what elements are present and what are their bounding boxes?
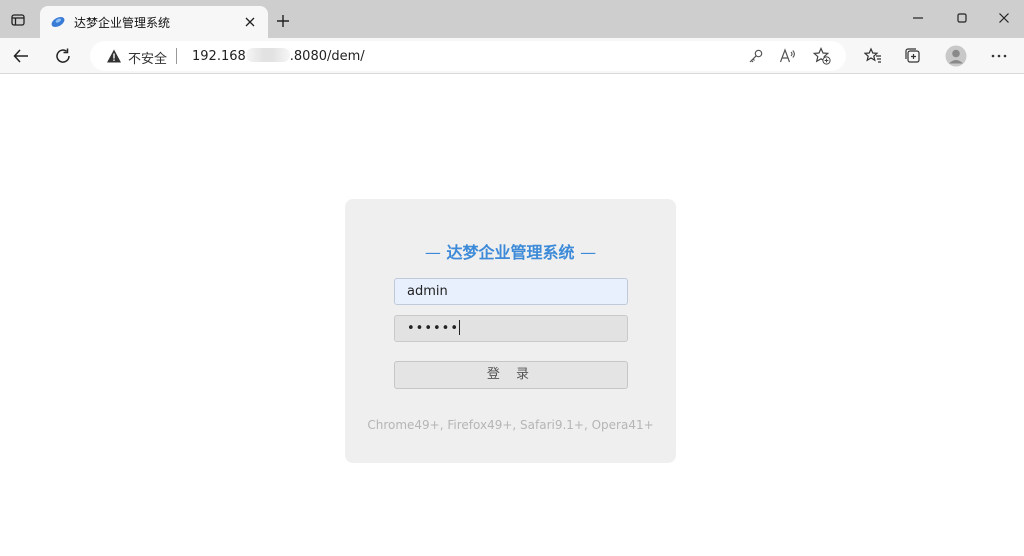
browser-toolbar: 不安全 192.168 .8080/dem/ (0, 38, 1024, 74)
system-name: 达梦企业管理系统 (446, 243, 575, 262)
title-right-dash: — (580, 243, 597, 262)
tab-close-icon[interactable] (240, 12, 260, 32)
favorites-icon[interactable] (860, 44, 886, 68)
read-aloud-icon[interactable] (778, 46, 798, 66)
warning-triangle-icon (106, 48, 122, 64)
text-caret (459, 320, 461, 335)
close-window-icon[interactable] (990, 6, 1018, 30)
maximize-window-icon[interactable] (948, 6, 976, 30)
browser-compatibility-note: Chrome49+, Firefox49+, Safari9.1+, Opera… (367, 418, 654, 432)
address-bar[interactable]: 不安全 192.168 .8080/dem/ (90, 41, 846, 71)
browser-tab-active[interactable]: 达梦企业管理系统 (40, 6, 268, 38)
key-icon[interactable] (746, 46, 766, 66)
password-input[interactable]: •••••• (394, 315, 628, 342)
address-divider (176, 48, 177, 64)
url-suffix: .8080/dem/ (289, 49, 365, 64)
login-card: — 达梦企业管理系统 — admin •••••• 登 录 Chrome49+,… (345, 199, 676, 463)
url-prefix: 192.168 (192, 49, 246, 64)
minimize-window-icon[interactable] (904, 6, 932, 30)
refresh-icon[interactable] (50, 44, 76, 68)
add-favorite-icon[interactable] (812, 46, 832, 66)
login-button[interactable]: 登 录 (394, 361, 628, 389)
back-arrow-icon[interactable] (8, 44, 34, 68)
security-status-label[interactable]: 不安全 (128, 48, 167, 67)
collections-icon[interactable] (900, 44, 926, 68)
url-redaction (245, 48, 290, 62)
title-left-dash: — (424, 243, 441, 262)
url-text[interactable]: 192.168 .8080/dem/ (192, 48, 365, 64)
more-options-icon[interactable] (986, 44, 1012, 68)
new-tab-icon[interactable] (272, 10, 294, 32)
password-mask: •••••• (407, 321, 460, 336)
login-title: — 达梦企业管理系统 — (345, 239, 676, 263)
tab-actions-icon[interactable] (6, 8, 30, 32)
profile-avatar-icon[interactable] (943, 44, 969, 68)
browser-tab-strip: 达梦企业管理系统 (0, 0, 1024, 38)
tab-title: 达梦企业管理系统 (74, 16, 171, 30)
site-favicon-icon (50, 14, 66, 30)
username-input[interactable]: admin (394, 278, 628, 305)
